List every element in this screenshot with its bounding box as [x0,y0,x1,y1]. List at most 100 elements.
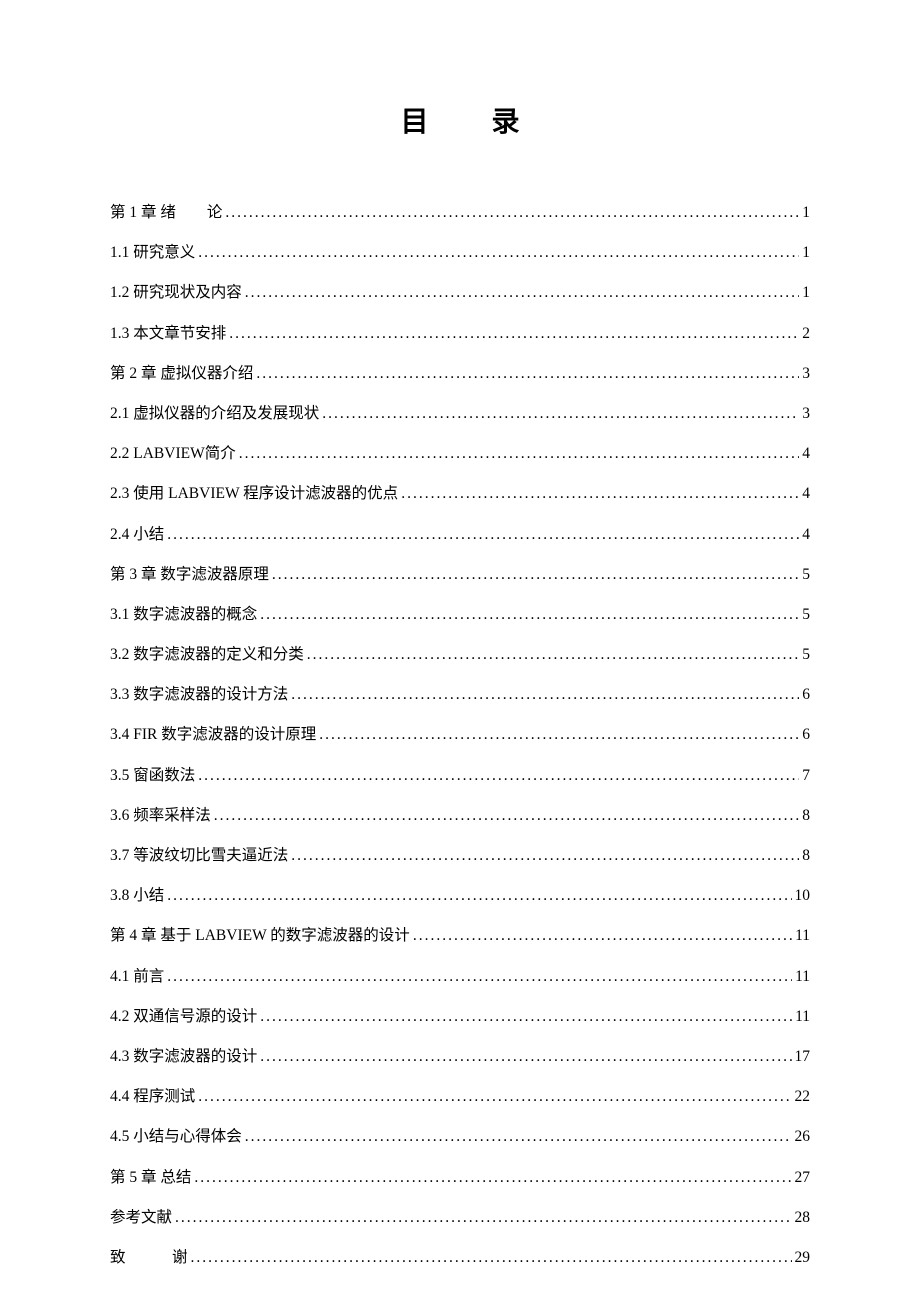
toc-leader-dots [260,606,799,624]
toc-entry-page: 3 [802,405,810,423]
toc-entry: 1.2 研究现状及内容 1 [110,280,810,302]
toc-entry-page: 1 [802,284,810,302]
toc-entry-page: 1 [802,244,810,262]
toc-entry: 参考文献 28 [110,1205,810,1227]
toc-entry: 第 3 章 数字滤波器原理 5 [110,562,810,584]
toc-entry-label: 3.8 小结 [110,883,164,905]
table-of-contents: 第 1 章 绪 论 1 1.1 研究意义 1 1.2 研究现状及内容 1 1.3 本文章节安… [110,200,810,1267]
toc-entry-page: 2 [802,325,810,343]
toc-leader-dots [229,325,799,343]
toc-entry-page: 5 [802,566,810,584]
toc-leader-dots [291,847,799,865]
toc-entry-page: 4 [802,445,810,463]
toc-leader-dots [167,526,799,544]
title-char-1: 目 [400,107,428,138]
toc-entry-page: 28 [795,1209,811,1227]
toc-entry: 3.3 数字滤波器的设计方法 6 [110,682,810,704]
toc-entry-page: 5 [802,646,810,664]
toc-entry-page: 6 [802,686,810,704]
toc-entry-label: 3.7 等波纹切比雪夫逼近法 [110,843,288,865]
toc-entry-label: 第 5 章 总结 [110,1165,191,1187]
toc-leader-dots [322,405,799,423]
toc-entry: 4.4 程序测试22 [110,1084,810,1106]
toc-leader-dots [167,887,791,905]
toc-entry-label: 2.4 小结 [110,522,164,544]
toc-entry-label: 1.3 本文章节安排 [110,321,226,343]
toc-entry-page: 27 [795,1169,811,1187]
toc-entry-label: 第 4 章 基于 LABVIEW 的数字滤波器的设计 [110,923,410,945]
toc-leader-dots [239,445,800,463]
toc-entry-label: 1.2 研究现状及内容 [110,280,242,302]
toc-leader-dots [225,204,799,222]
toc-entry-page: 8 [802,847,810,865]
toc-entry: 1.1 研究意义 1 [110,240,810,262]
toc-leader-dots [191,1249,792,1267]
toc-entry-label: 1.1 研究意义 [110,240,195,262]
toc-entry-page: 6 [802,726,810,744]
toc-entry: 4.5 小结与心得体会26 [110,1124,810,1146]
toc-entry-label: 2.2 LABVIEW简介 [110,441,236,463]
toc-entry-page: 11 [795,927,810,945]
toc-entry: 3.7 等波纹切比雪夫逼近法 8 [110,843,810,865]
toc-entry-label: 3.3 数字滤波器的设计方法 [110,682,288,704]
toc-entry-page: 7 [802,767,810,785]
toc-entry-label: 2.3 使用 LABVIEW 程序设计滤波器的优点 [110,481,398,503]
title-spacer [436,107,485,138]
toc-entry: 4.3 数字滤波器的设计17 [110,1044,810,1066]
toc-entry-page: 3 [802,365,810,383]
toc-entry: 3.5 窗函数法 7 [110,763,810,785]
toc-leader-dots [291,686,799,704]
toc-leader-dots [214,807,799,825]
toc-leader-dots [256,365,799,383]
toc-entry-page: 22 [795,1088,811,1106]
toc-entry-page: 1 [802,204,810,222]
toc-entry-label: 2.1 虚拟仪器的介绍及发展现状 [110,401,319,423]
toc-entry-page: 11 [795,1008,810,1026]
toc-leader-dots [272,566,799,584]
toc-entry-label: 3.5 窗函数法 [110,763,195,785]
toc-entry: 第 2 章 虚拟仪器介绍 3 [110,361,810,383]
toc-entry-page: 26 [795,1128,811,1146]
toc-entry-label: 3.6 频率采样法 [110,803,211,825]
toc-entry-page: 4 [802,485,810,503]
toc-entry-page: 4 [802,526,810,544]
toc-entry-label: 3.4 FIR 数字滤波器的设计原理 [110,722,316,744]
toc-entry: 4.2 双通信号源的设计11 [110,1004,810,1026]
toc-entry-page: 11 [795,968,810,986]
toc-entry-label: 4.1 前言 [110,964,164,986]
toc-leader-dots [260,1008,792,1026]
toc-leader-dots [167,968,792,986]
toc-title: 目 录 [110,100,810,140]
toc-entry-page: 29 [795,1249,811,1267]
toc-leader-dots [401,485,799,503]
toc-leader-dots [175,1209,791,1227]
toc-entry-label: 3.2 数字滤波器的定义和分类 [110,642,304,664]
toc-entry: 3.4 FIR 数字滤波器的设计原理 6 [110,722,810,744]
toc-entry: 3.1 数字滤波器的概念 5 [110,602,810,624]
toc-entry-label: 3.1 数字滤波器的概念 [110,602,257,624]
toc-entry: 3.8 小结 10 [110,883,810,905]
toc-entry-label: 第 2 章 虚拟仪器介绍 [110,361,253,383]
toc-entry: 第 4 章 基于 LABVIEW 的数字滤波器的设计 11 [110,923,810,945]
toc-entry-label: 致 谢 [110,1245,188,1267]
toc-entry-label: 第 1 章 绪 论 [110,200,222,222]
toc-leader-dots [245,1128,792,1146]
toc-entry-page: 8 [802,807,810,825]
toc-leader-dots [198,767,799,785]
toc-entry-label: 4.3 数字滤波器的设计 [110,1044,257,1066]
toc-entry-page: 10 [795,887,811,905]
toc-entry: 3.2 数字滤波器的定义和分类 5 [110,642,810,664]
toc-entry: 1.3 本文章节安排 2 [110,321,810,343]
toc-leader-dots [260,1048,791,1066]
toc-entry: 第 5 章 总结 27 [110,1165,810,1187]
toc-entry-page: 5 [802,606,810,624]
toc-entry: 第 1 章 绪 论 1 [110,200,810,222]
toc-leader-dots [319,726,799,744]
toc-entry: 2.2 LABVIEW简介 4 [110,441,810,463]
toc-entry: 致 谢 29 [110,1245,810,1267]
toc-leader-dots [245,284,799,302]
title-char-2: 录 [492,107,520,138]
toc-entry-label: 第 3 章 数字滤波器原理 [110,562,269,584]
toc-entry: 2.3 使用 LABVIEW 程序设计滤波器的优点 4 [110,481,810,503]
toc-entry-label: 参考文献 [110,1205,172,1227]
